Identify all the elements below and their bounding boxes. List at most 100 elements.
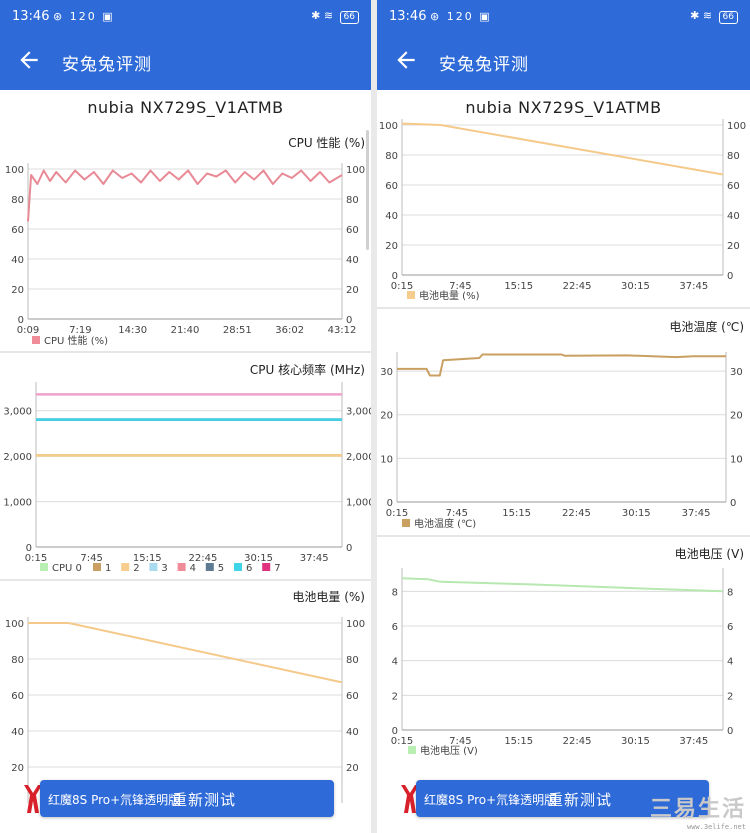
retest-button-label: 重新测试 <box>172 791 237 809</box>
status-bar: 13:46 ⊛ 120 ▣ ✱ ≋ 66 <box>0 0 371 34</box>
legend-swatch <box>121 563 130 571</box>
x-tick-label: 30:15 <box>621 281 650 292</box>
x-tick-label: 22:45 <box>563 736 592 747</box>
legend-swatch <box>407 291 415 299</box>
y-tick-label-right: 2 <box>727 691 733 702</box>
y-tick-label-right: 100 <box>346 619 365 630</box>
y-tick-label-right: 40 <box>346 255 359 266</box>
legend-label: CPU 性能 (%) <box>44 334 108 347</box>
y-tick-label-right: 0 <box>727 271 733 282</box>
y-tick-label-right: 10 <box>730 454 743 465</box>
legend-label: 3 <box>161 563 167 574</box>
x-tick-label: 0:15 <box>25 553 47 564</box>
y-tick-label: 100 <box>379 121 398 132</box>
battery-icon: 66 <box>339 11 359 24</box>
page-title: 安兔兔评测 <box>439 55 529 75</box>
divider <box>377 307 750 309</box>
screenshot-right: 13:46 ⊛ 120 ▣ ✱ ≋ 66 安兔兔评测 nubia NX729S_… <box>377 0 750 833</box>
battery-level-chart: 电池电量 (%) 20 20 40 40 60 60 80 80 100 100 <box>0 583 371 803</box>
wifi-icon: ≋ <box>702 9 713 22</box>
status-system-icons: ✱ ≋ 66 <box>690 9 738 24</box>
y-tick-label-right: 20 <box>346 763 359 774</box>
y-tick-label: 4 <box>392 657 398 668</box>
y-tick-label: 1,000 <box>3 498 32 509</box>
legend-label: 4 <box>190 563 196 574</box>
legend-swatch <box>40 563 48 571</box>
y-tick-label-right: 80 <box>727 151 740 162</box>
legend-label: 2 <box>133 563 139 574</box>
legend-label: 电池电量 (%) <box>419 289 480 302</box>
x-tick-label: 22:45 <box>562 508 591 519</box>
battery-temperature-plot: 0 010 1020 2030 300:15 7:45 15:15 22:45 30:15 37:… <box>380 352 743 530</box>
y-tick-label: 100 <box>5 619 24 630</box>
x-tick-label: 37:45 <box>679 736 708 747</box>
status-notification-icons: ⊛ 120 ▣ <box>430 10 492 23</box>
y-tick-label-right: 20 <box>727 241 740 252</box>
y-tick-label-right: 100 <box>346 165 365 176</box>
legend-label: 5 <box>218 563 224 574</box>
y-tick-label: 2 <box>392 691 398 702</box>
legend-label: 电池温度 (℃) <box>414 517 476 530</box>
legend-swatch <box>402 519 410 527</box>
y-tick-label-right: 8 <box>727 587 733 598</box>
cpu-performance-plot: 0 020 2040 4060 6080 80100 1000:09 7:19 14:30 21:… <box>5 163 365 347</box>
y-tick-label: 80 <box>11 195 24 206</box>
y-tick-label: 80 <box>11 655 24 666</box>
legend-swatch <box>93 563 101 571</box>
y-tick-label-right: 1,000 <box>346 498 371 509</box>
y-tick-label: 8 <box>392 587 398 598</box>
x-tick-label: 36:02 <box>275 325 304 336</box>
divider <box>0 579 371 581</box>
x-tick-label: 7:45 <box>80 553 102 564</box>
y-tick-label: 60 <box>385 181 398 192</box>
scrollbar[interactable] <box>366 130 369 250</box>
y-tick-label-right: 80 <box>346 195 359 206</box>
x-tick-label: 14:30 <box>118 325 147 336</box>
y-tick-label-right: 0 <box>346 543 352 554</box>
y-tick-label: 30 <box>380 367 393 378</box>
battery-level-plot: 0 020 2040 4060 6080 80100 1000:15 7:45 15:15 22:… <box>379 119 746 302</box>
y-tick-label-right: 60 <box>727 181 740 192</box>
legend-swatch <box>234 563 242 571</box>
x-tick-label: 22:45 <box>563 281 592 292</box>
x-tick-label: 28:51 <box>223 325 252 336</box>
y-tick-label: 6 <box>392 622 398 633</box>
cpu-performance-chart: CPU 性能 (%) 0 0 20 20 40 40 60 60 80 80 100 100 0:09 7… <box>0 130 371 350</box>
x-tick-label: 0:15 <box>391 736 413 747</box>
y-tick-label: 20 <box>11 763 24 774</box>
device-name: nubia NX729S_V1ATMB <box>87 98 284 117</box>
y-tick-label-right: 20 <box>730 411 743 422</box>
x-tick-label: 15:15 <box>502 508 531 519</box>
y-tick-label-right: 40 <box>346 727 359 738</box>
x-tick-label: 0:15 <box>386 508 408 519</box>
y-tick-label: 40 <box>385 211 398 222</box>
series-line <box>401 577 724 593</box>
page-title: 安兔兔评测 <box>62 55 152 75</box>
y-tick-label: 40 <box>11 727 24 738</box>
y-tick-label-right: 3,000 <box>346 407 371 418</box>
y-tick-label-right: 60 <box>346 225 359 236</box>
x-tick-label: 37:45 <box>679 281 708 292</box>
series-line <box>28 622 343 684</box>
legend-label: 7 <box>274 563 280 574</box>
y-tick-label: 2,000 <box>3 452 32 463</box>
y-tick-label: 60 <box>11 225 24 236</box>
legend-swatch <box>205 563 214 571</box>
watermark-url: www.3elife.net <box>686 823 746 831</box>
x-tick-label: 21:40 <box>171 325 200 336</box>
battery-voltage-chart: 电池电压 (V) 0 0 2 2 4 4 6 6 8 8 0:15 7:45 15:15 22:45 30:… <box>377 539 750 764</box>
status-time: 13:46 <box>389 9 427 24</box>
legend-swatch <box>177 563 186 571</box>
y-tick-label-right: 80 <box>346 655 359 666</box>
y-tick-label-right: 6 <box>727 622 733 633</box>
back-arrow-icon[interactable] <box>393 47 419 73</box>
y-tick-label: 3,000 <box>3 407 32 418</box>
cpu-frequency-chart: CPU 核心频率 (MHz) 0 0 1,000 1,000 2,000 2,000 3,0… <box>0 355 371 580</box>
legend-swatch <box>149 563 158 571</box>
divider <box>377 535 750 537</box>
battery-voltage-plot: 0 02 24 46 68 80:15 7:45 15:15 22:45 30:15 37:45电池… <box>391 568 733 757</box>
retest-button[interactable]: 红魔8S Pro+氘锋透明版 重新测试 <box>40 780 334 817</box>
back-arrow-icon[interactable] <box>16 47 42 73</box>
y-tick-label-right: 20 <box>346 285 359 296</box>
status-time: 13:46 <box>12 9 50 24</box>
